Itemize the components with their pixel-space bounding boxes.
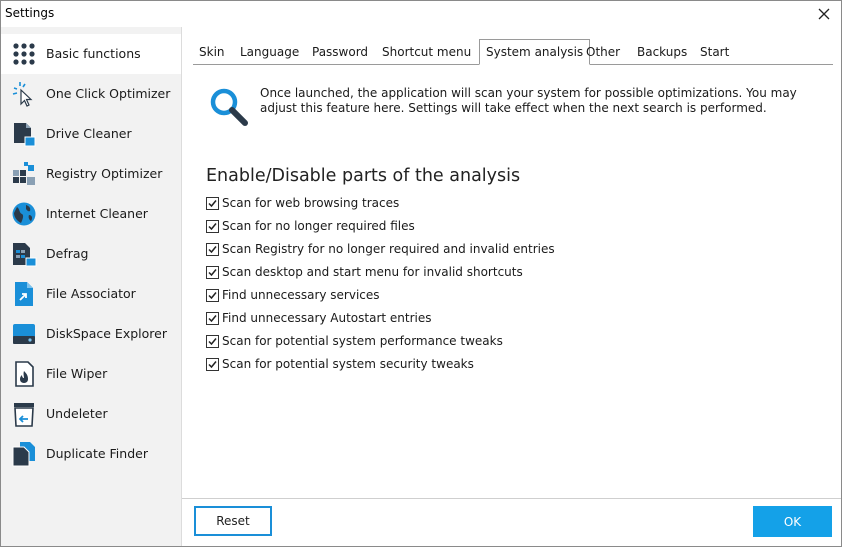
sidebar-item-label: Drive Cleaner: [46, 126, 132, 141]
checkbox[interactable]: [206, 358, 219, 371]
checkbox[interactable]: [206, 312, 219, 325]
checkmark-icon: [208, 292, 217, 300]
footer-divider: [182, 498, 841, 499]
registry-blocks-icon: [13, 162, 35, 185]
sidebar-item-internet-cleaner[interactable]: Internet Cleaner: [1, 194, 181, 234]
sidebar-item-file-wiper[interactable]: File Wiper: [1, 354, 181, 394]
magnifier-icon: [210, 88, 248, 126]
checkbox[interactable]: [206, 220, 219, 233]
tab-language[interactable]: Language: [234, 42, 305, 63]
checkmark-icon: [208, 338, 217, 346]
sidebar-item-label: Registry Optimizer: [46, 166, 163, 181]
option-label: Scan for potential system security tweak…: [222, 357, 474, 371]
sidebar-item-undeleter[interactable]: Undeleter: [1, 394, 181, 434]
checkbox[interactable]: [206, 335, 219, 348]
checkmark-icon: [208, 361, 217, 369]
tab-other[interactable]: Other: [580, 42, 626, 63]
sidebar-item-label: Undeleter: [46, 406, 108, 421]
sidebar-item-registry-optimizer[interactable]: Registry Optimizer: [1, 154, 181, 194]
info-description: Once launched, the application will scan…: [260, 86, 797, 115]
checkmark-icon: [208, 223, 217, 231]
file-wiper-icon: [15, 361, 34, 387]
tab-system-analysis[interactable]: System analysis: [479, 39, 591, 65]
checkbox[interactable]: [206, 197, 219, 210]
section-title: Enable/Disable parts of the analysis: [206, 166, 521, 186]
duplicate-files-icon: [12, 442, 35, 467]
title-bar: Settings: [1, 1, 841, 27]
reset-button[interactable]: Reset: [194, 506, 272, 536]
sidebar-item-file-associator[interactable]: File Associator: [1, 274, 181, 314]
sidebar-item-drive-cleaner[interactable]: Drive Cleaner: [1, 114, 181, 154]
option-label: Scan for potential system performance tw…: [222, 334, 503, 348]
checkmark-icon: [208, 269, 217, 277]
defrag-icon: [13, 243, 37, 267]
sidebar-item-label: DiskSpace Explorer: [46, 326, 167, 341]
checkbox[interactable]: [206, 289, 219, 302]
checkmark-icon: [208, 315, 217, 323]
option-label: Scan Registry for no longer required and…: [222, 242, 555, 256]
tab-password[interactable]: Password: [306, 42, 374, 63]
sidebar-item-basic-functions[interactable]: Basic functions: [1, 34, 181, 74]
sidebar-item-duplicate-finder[interactable]: Duplicate Finder: [1, 434, 181, 474]
sidebar-item-label: Defrag: [46, 246, 89, 261]
cursor-click-icon: [12, 82, 33, 107]
settings-window: Settings Basic functions One Click Optim…: [0, 0, 842, 547]
tab-backups[interactable]: Backups: [631, 42, 693, 63]
sidebar-item-label: One Click Optimizer: [46, 86, 171, 101]
option-label: Find unnecessary services: [222, 288, 380, 302]
settings-tabs: Skin Language Password Shortcut menu Sys…: [193, 39, 833, 65]
sidebar-item-label: File Associator: [46, 286, 136, 301]
checkbox[interactable]: [206, 243, 219, 256]
option-label: Scan for web browsing traces: [222, 196, 400, 210]
tab-start[interactable]: Start: [694, 42, 735, 63]
sidebar-item-label: Duplicate Finder: [46, 446, 148, 461]
sidebar-item-diskspace-explorer[interactable]: DiskSpace Explorer: [1, 314, 181, 354]
grid-dots-icon: [13, 43, 35, 65]
option-label: Find unnecessary Autostart entries: [222, 311, 432, 325]
tab-skin[interactable]: Skin: [193, 42, 231, 63]
window-title: Settings: [5, 6, 55, 20]
option-label: Scan for no longer required files: [222, 219, 415, 233]
undelete-icon: [14, 403, 34, 427]
sidebar-item-label: Internet Cleaner: [46, 206, 148, 221]
sidebar-item-label: File Wiper: [46, 366, 108, 381]
checkmark-icon: [208, 200, 217, 208]
close-button[interactable]: [807, 1, 841, 27]
sidebar: Basic functions One Click Optimizer Driv…: [1, 27, 182, 546]
file-link-icon: [15, 282, 33, 306]
sidebar-item-label: Basic functions: [46, 46, 141, 61]
checkbox[interactable]: [206, 266, 219, 279]
drive-cleaner-icon: [14, 123, 36, 147]
globe-icon: [12, 202, 36, 226]
sidebar-item-defrag[interactable]: Defrag: [1, 234, 181, 274]
option-label: Scan desktop and start menu for invalid …: [222, 265, 523, 279]
sidebar-item-one-click-optimizer[interactable]: One Click Optimizer: [1, 74, 181, 114]
checkmark-icon: [208, 246, 217, 254]
ok-button[interactable]: OK: [753, 506, 832, 537]
tab-shortcut-menu[interactable]: Shortcut menu: [376, 42, 477, 63]
disk-icon: [13, 324, 35, 344]
close-icon: [818, 8, 830, 20]
